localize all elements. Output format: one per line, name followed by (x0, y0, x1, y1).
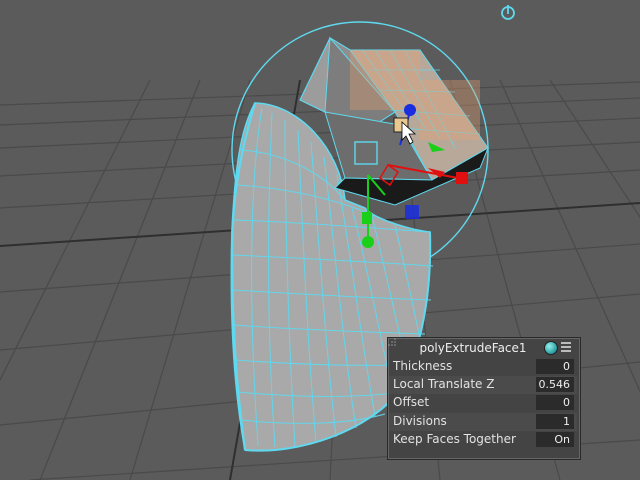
attr-row-offset[interactable]: Offset 0 (389, 394, 577, 412)
attr-label: Keep Faces Together (393, 432, 516, 446)
attr-row-keep-faces-together[interactable]: Keep Faces Together On (389, 431, 577, 449)
resize-grip-icon[interactable] (388, 338, 396, 346)
hamburger-menu-icon[interactable] (561, 342, 571, 352)
attr-value-field[interactable]: On (536, 432, 574, 447)
attr-value-field[interactable]: 0.546 (536, 377, 574, 392)
attr-row-local-translate-z[interactable]: Local Translate Z 0.546 (389, 376, 577, 394)
attr-row-thickness[interactable]: Thickness 0 (389, 358, 577, 376)
attr-label: Divisions (393, 414, 447, 428)
attr-value-field[interactable]: 0 (536, 359, 574, 374)
manipulator-toggle-icon[interactable] (498, 2, 518, 22)
attr-value-field[interactable]: 0 (536, 395, 574, 410)
attr-value-field[interactable]: 1 (536, 414, 574, 429)
attr-label: Thickness (393, 359, 453, 373)
attr-row-divisions[interactable]: Divisions 1 (389, 413, 577, 431)
perspective-viewport[interactable]: polyExtrudeFace1 Thickness 0 Local Trans… (0, 0, 640, 480)
attr-label: Offset (393, 395, 430, 409)
in-view-editor[interactable]: polyExtrudeFace1 Thickness 0 Local Trans… (387, 337, 581, 460)
node-editor-icon[interactable] (544, 341, 558, 355)
node-title: polyExtrudeFace1 (419, 341, 527, 355)
attr-label: Local Translate Z (393, 377, 495, 391)
